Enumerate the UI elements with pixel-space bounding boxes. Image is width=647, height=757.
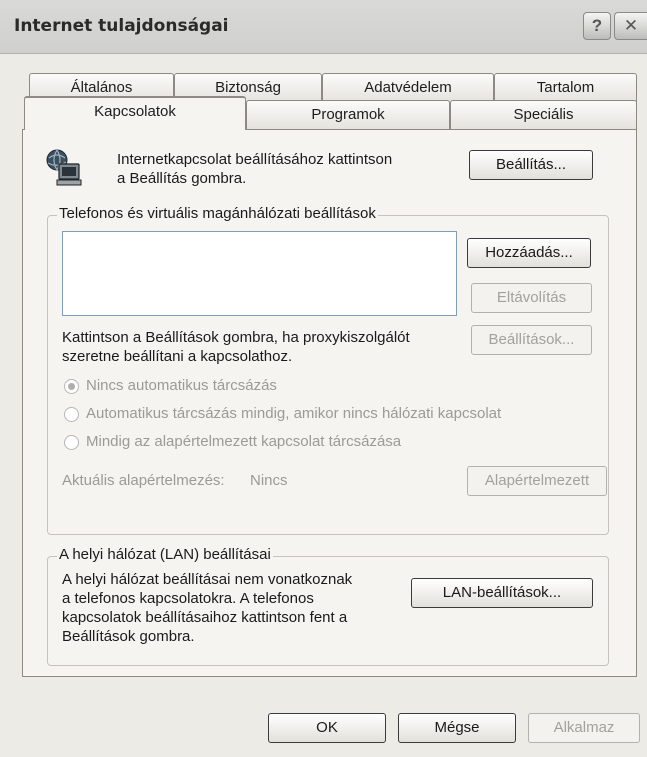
current-default-value: Nincs [250, 472, 288, 489]
set-default-button-label: Alapértelmezett [484, 472, 590, 489]
proxy-settings-button-label: Beállítások... [488, 331, 575, 348]
cancel-button[interactable]: Mégse [398, 713, 516, 743]
add-button[interactable]: Hozzáadás... [467, 238, 591, 268]
lan-settings-button[interactable]: LAN-beállítások... [411, 578, 593, 608]
connection-instruction-line1: Internetkapcsolat beállításához kattints… [117, 151, 393, 168]
setup-button-label: Beállítás... [495, 156, 567, 173]
proxy-settings-button[interactable]: Beállítások... [471, 325, 592, 355]
radio-label: Automatikus tárcsázás mindig, amikor nin… [86, 405, 502, 422]
current-default-label: Aktuális alapértelmezés: [62, 472, 225, 489]
lan-group-title: A helyi hálózat (LAN) beállításai [57, 546, 273, 563]
connection-instruction-line2: a Beállítás gombra. [117, 170, 247, 187]
proxy-instruction-line1: Kattintson a Beállítások gombra, ha prox… [62, 329, 410, 346]
network-computer-icon [46, 149, 82, 186]
connections-listbox[interactable] [62, 231, 457, 316]
internet-properties-dialog: Internet tulajdonságai ? ✕ Általános Biz… [0, 0, 647, 757]
remove-button-label: Eltávolítás [496, 289, 567, 306]
lan-text-line1: A helyi hálózat beállításai nem vonatkoz… [62, 571, 353, 588]
lan-text-line2: a telefonos kapcsolatokra. A telefonos [62, 590, 314, 607]
set-default-button[interactable]: Alapértelmezett [467, 466, 607, 496]
lan-settings-button-label: LAN-beállítások... [442, 584, 562, 601]
add-button-label: Hozzáadás... [485, 244, 573, 261]
proxy-instruction-line2: szeretne beállítani a kapcsolathoz. [62, 348, 293, 365]
setup-button[interactable]: Beállítás... [469, 150, 593, 180]
radio-button [64, 435, 79, 450]
dialup-group-title: Telefonos és virtuális magánhálózati beá… [57, 205, 378, 222]
radio-label: Nincs automatikus tárcsázás [86, 377, 277, 394]
radio-button-checked [64, 379, 79, 394]
lan-text-line3: kapcsolatok beállításaihoz kattintson fe… [62, 609, 348, 626]
apply-button[interactable]: Alkalmaz [528, 713, 640, 743]
remove-button[interactable]: Eltávolítás [471, 283, 592, 313]
lan-text-line4: Beállítások gombra. [62, 628, 195, 645]
radio-label: Mindig az alapértelmezett kapcsolat tárc… [86, 433, 402, 450]
radio-button [64, 407, 79, 422]
cancel-button-label: Mégse [434, 719, 480, 736]
ok-button-label: OK [316, 719, 338, 736]
apply-button-label: Alkalmaz [553, 719, 615, 736]
ok-button[interactable]: OK [268, 713, 386, 743]
